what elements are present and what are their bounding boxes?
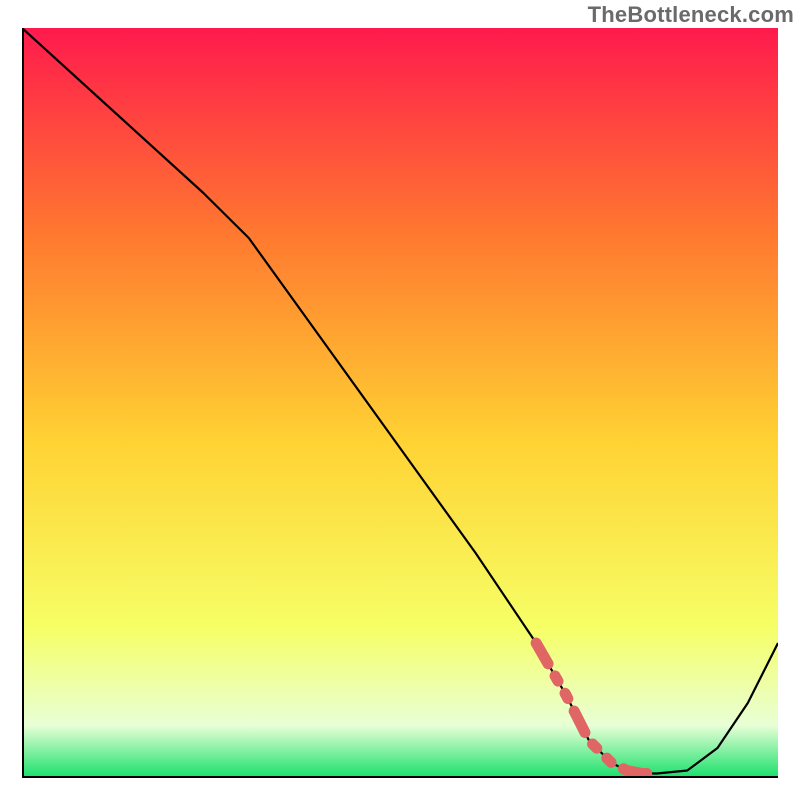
- chart-stage: TheBottleneck.com: [0, 0, 800, 800]
- watermark-text: TheBottleneck.com: [588, 2, 794, 28]
- axes-frame: [22, 28, 778, 778]
